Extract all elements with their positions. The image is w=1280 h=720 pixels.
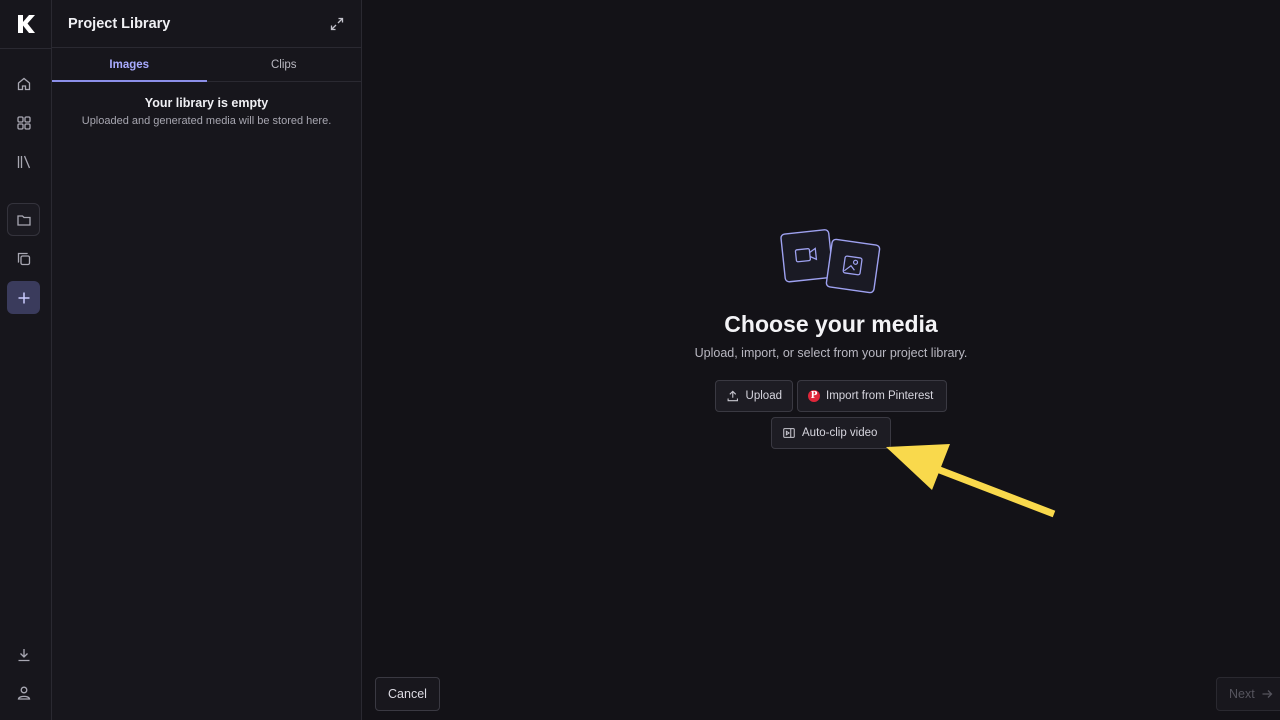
download-icon	[18, 648, 29, 661]
app-logo[interactable]	[0, 0, 52, 48]
video-clip-icon	[783, 428, 795, 438]
auto-clip-label: Auto-clip video	[802, 427, 878, 439]
home-icon	[17, 77, 30, 90]
pinterest-label: Import from Pinterest	[826, 390, 934, 402]
library-title: Project Library	[68, 15, 171, 32]
create-button[interactable]	[7, 281, 40, 314]
account-button[interactable]	[7, 676, 40, 709]
folder-button[interactable]	[7, 203, 40, 236]
grid-icon	[16, 115, 31, 130]
logo-icon	[18, 15, 35, 33]
expand-icon[interactable]	[329, 16, 345, 32]
tab-images[interactable]: Images	[52, 48, 207, 82]
apps-button[interactable]	[7, 106, 40, 139]
folder-icon	[16, 214, 31, 226]
tab-clips[interactable]: Clips	[207, 48, 362, 81]
library-header: Project Library	[52, 0, 361, 48]
import-pinterest-button[interactable]: P Import from Pinterest	[797, 380, 947, 412]
library-icon	[17, 155, 30, 168]
empty-subtitle: Uploaded and generated media will be sto…	[81, 115, 332, 127]
plus-icon	[18, 292, 29, 303]
upload-icon	[727, 390, 738, 402]
copy-icon	[17, 252, 30, 265]
home-button[interactable]	[7, 67, 40, 100]
library-tabs: Images Clips	[52, 48, 361, 82]
pinterest-icon: P	[808, 390, 820, 402]
nav-rail	[0, 0, 52, 720]
main-content: Choose your media Upload, import, or sel…	[363, 0, 1280, 720]
library-empty-state: Your library is empty Uploaded and gener…	[52, 82, 361, 127]
cancel-button[interactable]: Cancel	[375, 677, 440, 711]
download-button[interactable]	[7, 638, 40, 671]
project-library-panel: Project Library Images Clips Your librar…	[52, 0, 362, 720]
layers-button[interactable]	[7, 242, 40, 275]
next-label: Next	[1229, 687, 1255, 701]
empty-title: Your library is empty	[144, 96, 269, 110]
arrow-right-icon	[1262, 690, 1273, 698]
rail-divider	[0, 48, 52, 49]
media-illustration-icon	[780, 229, 881, 294]
next-button[interactable]: Next	[1216, 677, 1280, 711]
choose-media-subtitle: Upload, import, or select from your proj…	[694, 346, 968, 360]
user-icon	[17, 686, 30, 700]
auto-clip-video-button[interactable]: Auto-clip video	[771, 417, 891, 449]
choose-media-title: Choose your media	[724, 311, 938, 337]
upload-button[interactable]: Upload	[715, 380, 793, 412]
upload-label: Upload	[745, 390, 782, 402]
library-button[interactable]	[7, 145, 40, 178]
